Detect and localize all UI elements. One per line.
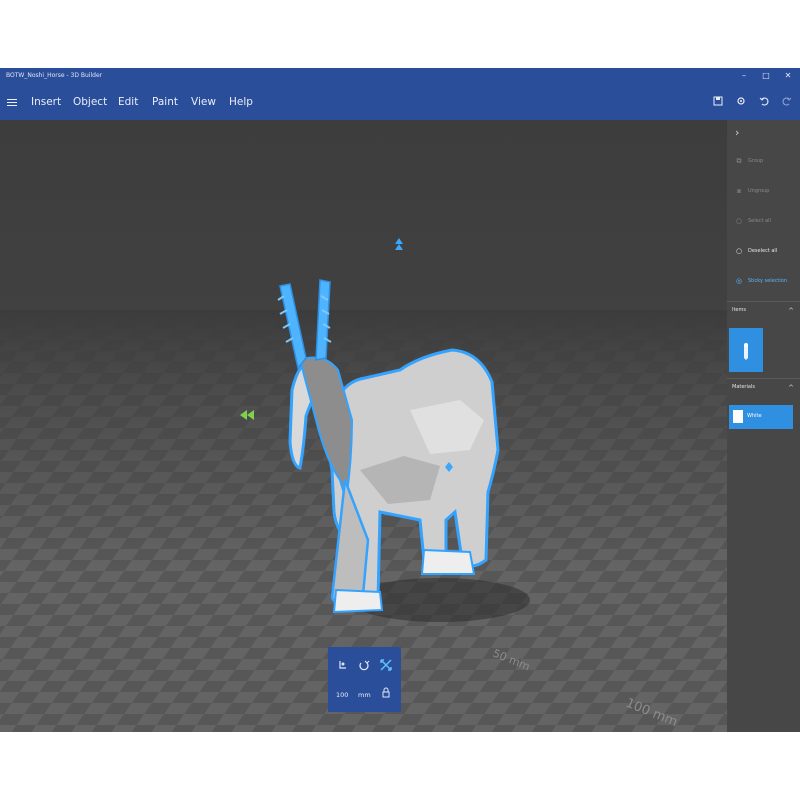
chevron-up-icon: ^ — [788, 307, 794, 315]
material-white[interactable]: White — [729, 405, 793, 429]
menu-object[interactable]: Object — [73, 84, 107, 120]
action-ungroup[interactable]: ⧈ Ungroup — [727, 184, 800, 198]
snap-to-plate-icon[interactable] — [336, 659, 348, 675]
scene-canvas: 50 mm 100 mm — [0, 238, 727, 732]
size-value[interactable]: 100 — [336, 691, 348, 699]
action-sticky-selection[interactable]: ◎ Sticky selection — [727, 274, 800, 288]
menu-help[interactable]: Help — [229, 84, 253, 120]
menu-insert[interactable]: Insert — [31, 84, 61, 120]
title-bar: BOTW_Noshi_Horse - 3D Builder – □ ✕ — [0, 68, 800, 84]
maximize-button[interactable]: □ — [756, 68, 776, 84]
save-icon[interactable] — [711, 96, 725, 110]
menu-view[interactable]: View — [191, 84, 216, 120]
3d-builder-app: BOTW_Noshi_Horse - 3D Builder – □ ✕ Inse… — [0, 68, 800, 732]
settings-icon[interactable] — [734, 96, 748, 110]
size-unit[interactable]: mm — [358, 691, 371, 699]
lock-icon[interactable] — [380, 687, 392, 703]
3d-viewport[interactable]: 50 mm 100 mm — [0, 120, 727, 732]
close-button[interactable]: ✕ — [778, 68, 798, 84]
horse-thumbnail-icon — [744, 343, 748, 360]
menu-bar: Insert Object Edit Paint View Help — [0, 84, 800, 120]
chevron-up-icon: ^ — [788, 384, 794, 392]
redo-icon[interactable] — [780, 96, 794, 110]
action-group[interactable]: ⧉ Group — [727, 154, 800, 168]
action-deselect-all[interactable]: ○ Deselect all — [727, 244, 800, 258]
ungroup-icon: ⧈ — [736, 187, 742, 195]
undo-icon[interactable] — [757, 96, 771, 110]
move-up-gizmo-icon[interactable] — [395, 238, 403, 250]
items-section-header[interactable]: Items ^ — [727, 301, 800, 324]
deselect-all-icon: ○ — [735, 247, 743, 255]
sticky-selection-icon: ◎ — [735, 277, 743, 285]
minimize-button[interactable]: – — [734, 68, 754, 84]
action-select-all[interactable]: ○ Select all — [727, 214, 800, 228]
rotate-icon[interactable] — [358, 659, 370, 675]
material-swatch — [733, 410, 743, 423]
group-icon: ⧉ — [736, 157, 742, 165]
materials-section-header[interactable]: Materials ^ — [727, 378, 800, 401]
item-thumbnail[interactable] — [729, 328, 763, 372]
right-panel: › ⧉ Group ⧈ Ungroup ○ Select all ○ Desel… — [727, 120, 800, 732]
collapse-panel-button[interactable]: › — [735, 126, 739, 139]
select-all-icon: ○ — [735, 217, 743, 225]
size-toolbar: 100 mm — [328, 647, 401, 712]
window-title: BOTW_Noshi_Horse - 3D Builder — [6, 72, 103, 79]
scale-icon[interactable] — [380, 659, 392, 675]
hamburger-menu-icon[interactable] — [7, 99, 17, 106]
menu-paint[interactable]: Paint — [152, 84, 178, 120]
menu-edit[interactable]: Edit — [118, 84, 138, 120]
